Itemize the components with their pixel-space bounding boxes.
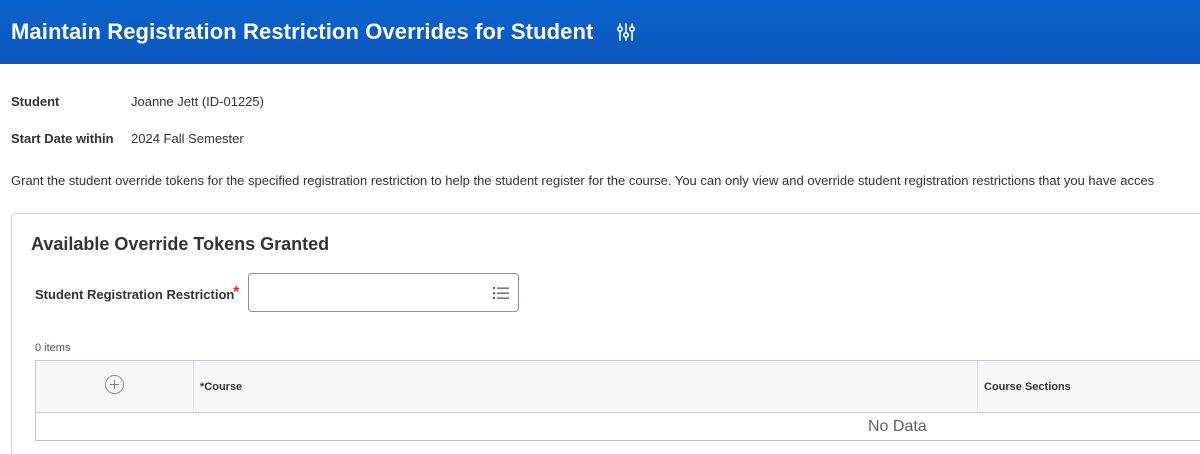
- start-date-value: 2024 Fall Semester: [131, 131, 244, 146]
- no-data-text: No Data: [868, 418, 927, 435]
- instructions-text: Grant the student override tokens for th…: [11, 173, 1155, 188]
- page-title: Maintain Registration Restriction Overri…: [11, 19, 594, 44]
- add-row-icon[interactable]: [105, 375, 124, 394]
- panel-title: Available Override Tokens Granted: [31, 234, 330, 254]
- student-field-row: Student Joanne Jett (ID-01225): [11, 94, 264, 109]
- add-column: [36, 361, 194, 413]
- page-header: Maintain Registration Restriction Overri…: [0, 0, 1200, 64]
- column-header-course-sections[interactable]: Course Sections: [978, 361, 1200, 413]
- empty-row: No Data: [36, 413, 1200, 441]
- list-icon[interactable]: [492, 284, 510, 302]
- related-actions-icon[interactable]: [615, 21, 637, 43]
- items-count: 0 items: [35, 342, 71, 354]
- required-marker: *: [233, 284, 240, 301]
- start-date-label: Start Date within: [11, 131, 114, 146]
- restriction-prompt-input[interactable]: [248, 273, 519, 312]
- override-tokens-panel: Available Override Tokens Granted Studen…: [11, 213, 1200, 454]
- tokens-grid: *Course Course Sections No Data: [35, 360, 1200, 441]
- start-date-field-row: Start Date within 2024 Fall Semester: [11, 131, 244, 146]
- student-value: Joanne Jett (ID-01225): [131, 94, 264, 109]
- grid-header: *Course Course Sections: [36, 361, 1200, 413]
- restriction-label: Student Registration Restriction: [35, 287, 235, 302]
- student-label: Student: [11, 94, 60, 109]
- column-header-course[interactable]: *Course: [194, 361, 978, 413]
